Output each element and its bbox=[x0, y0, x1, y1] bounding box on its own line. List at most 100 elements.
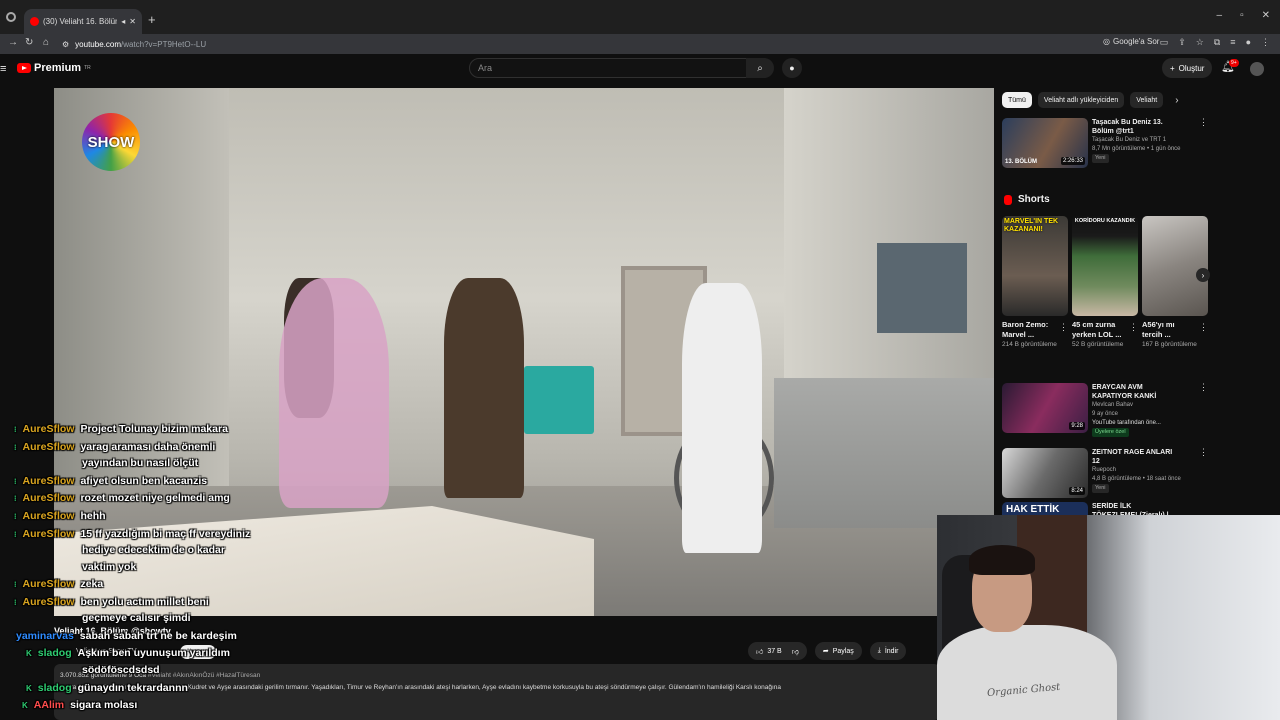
maximize-button[interactable]: ▫ bbox=[1240, 10, 1244, 21]
create-label: Oluştur bbox=[1178, 63, 1205, 73]
audio-icon[interactable]: ◂ bbox=[121, 17, 125, 26]
more-options-icon[interactable]: ⋮ bbox=[1199, 322, 1208, 333]
search-button[interactable]: ⌕ bbox=[746, 58, 774, 78]
profile-icon[interactable]: ● bbox=[1246, 37, 1251, 48]
chat-badge-icon: K bbox=[26, 684, 32, 693]
logo-text: Premium bbox=[34, 62, 82, 74]
chat-badge-icon: ⁝ bbox=[14, 598, 17, 607]
chip-from-uploader[interactable]: Veliaht adlı yükleyiciden bbox=[1037, 92, 1125, 108]
chat-message: ⁝ AureSflow zeka bbox=[14, 578, 103, 590]
recommended-video[interactable]: 8:24 ZEITNOT RAGE ANLARI 12 Ruepoch 4,8 … bbox=[1002, 448, 1208, 500]
chat-message: ⁝ AureSflow 15 ff yazdığım bi maç ff verey… bbox=[14, 528, 250, 540]
chat-username: AureSflow bbox=[22, 441, 75, 453]
home-icon[interactable]: ⌂ bbox=[43, 37, 49, 48]
google-ask-button[interactable]: ◎ Google'a Sor bbox=[1103, 37, 1159, 46]
browser-menu-icon[interactable] bbox=[6, 12, 16, 22]
create-button[interactable]: + Oluştur bbox=[1162, 58, 1213, 78]
voice-search-button[interactable]: ● bbox=[782, 58, 802, 78]
shorts-next-button[interactable]: › bbox=[1196, 268, 1210, 282]
chat-username: AureSflow bbox=[22, 475, 75, 487]
video-thumbnail[interactable]: 8:24 bbox=[1002, 448, 1088, 498]
avatar[interactable] bbox=[1250, 62, 1264, 76]
scene-painting bbox=[877, 243, 967, 333]
short-item[interactable]: A56'yı mı tercih ... 167 B görüntüleme ⋮ bbox=[1142, 216, 1208, 368]
new-tab-button[interactable]: + bbox=[148, 12, 156, 27]
more-options-icon[interactable]: ⋮ bbox=[1199, 448, 1208, 457]
tab-close-icon[interactable]: ✕ bbox=[129, 17, 136, 26]
share-icon[interactable]: ⇪ bbox=[1178, 37, 1186, 48]
rec-channel[interactable]: Ruepoch bbox=[1092, 466, 1208, 475]
chat-message: ⁝ AureSflow Project Tolunay bizim makara bbox=[14, 423, 228, 435]
filter-chips: Tümü Veliaht adlı yükleyiciden Veliaht › bbox=[1002, 92, 1179, 108]
video-meta: Taşacak Bu Deniz 13. Bölüm @trt1 Taşacak… bbox=[1092, 118, 1208, 170]
bookmark-star-icon[interactable]: ☆ bbox=[1196, 37, 1204, 48]
short-thumbnail[interactable] bbox=[1072, 216, 1138, 316]
show-tv-logo: SHOW bbox=[82, 113, 140, 171]
recommendations-sidebar: Tümü Veliaht adlı yükleyiciden Veliaht ›… bbox=[1000, 88, 1210, 528]
scene-person-nurse bbox=[682, 283, 762, 553]
browser-menu-dots-icon[interactable]: ⋮ bbox=[1261, 37, 1270, 48]
thumbnail-text: 13. BÖLÜM bbox=[1005, 159, 1038, 165]
address-bar-row: → ↻ ⌂ ⚙ youtube.com/watch?v=PT9HetO--LU … bbox=[0, 34, 1280, 54]
short-title[interactable]: Baron Zemo: Marvel ... bbox=[1002, 320, 1056, 340]
recommended-video[interactable]: 9:28 ERAYCAN AVM KAPATIYOR KANKİ Mevlcan… bbox=[1002, 383, 1208, 437]
rec-channel[interactable]: Mevlcan Bahav bbox=[1092, 401, 1208, 410]
logo-region: TR bbox=[84, 65, 91, 71]
shorts-icon bbox=[1004, 194, 1012, 205]
short-item[interactable]: KORİDORU KAZANDIK 45 cm zurna yerken LOL… bbox=[1072, 216, 1138, 368]
short-thumbnail[interactable] bbox=[1142, 216, 1208, 316]
youtube-premium-logo[interactable]: Premium TR bbox=[17, 62, 91, 74]
chip-veliaht[interactable]: Veliaht bbox=[1130, 92, 1164, 108]
short-item[interactable]: MARVEL'IN TEK KAZANANI! Baron Zemo: Marv… bbox=[1002, 216, 1068, 368]
browser-tab[interactable]: (30) Veliaht 16. Bölüm @sh ◂ ✕ bbox=[24, 9, 142, 34]
media-icon[interactable]: ≡ bbox=[1230, 37, 1235, 48]
url-field[interactable]: ⚙ youtube.com/watch?v=PT9HetO--LU bbox=[62, 37, 1092, 51]
short-title[interactable]: 45 cm zurna yerken LOL ... bbox=[1072, 320, 1126, 340]
more-options-icon[interactable]: ⋮ bbox=[1059, 322, 1068, 333]
rec-stats: 9 ay önce bbox=[1092, 411, 1119, 417]
chat-message: Ksladog günaydın tekrardannn bbox=[26, 682, 188, 694]
chip-all[interactable]: Tümü bbox=[1002, 92, 1032, 108]
rec-title[interactable]: Taşacak Bu Deniz 13. Bölüm @trt1 bbox=[1092, 118, 1176, 136]
chat-message: K AAlim sigara molası bbox=[22, 699, 137, 711]
chat-username: AureSflow bbox=[22, 578, 75, 590]
browser-tab-bar: (30) Veliaht 16. Bölüm @sh ◂ ✕ + – ▫ ✕ bbox=[0, 0, 1280, 34]
rec-channel[interactable]: Taşacak Bu Deniz ve TRT 1 bbox=[1092, 136, 1208, 145]
more-options-icon[interactable]: ⋮ bbox=[1199, 118, 1208, 127]
chat-text: Aşkım ben uyunuşum yarıldım bbox=[77, 647, 230, 659]
chat-badge-icon: ⁝ bbox=[14, 425, 17, 434]
like-button[interactable]: 👍︎ 37 B 👎︎ bbox=[748, 642, 807, 660]
tab-title: (30) Veliaht 16. Bölüm @sh bbox=[43, 17, 117, 26]
close-window-button[interactable]: ✕ bbox=[1262, 10, 1270, 21]
rec-title[interactable]: ERAYCAN AVM KAPATIYOR KANKİ bbox=[1092, 383, 1176, 401]
chat-badge-icon: ⁝ bbox=[14, 512, 17, 521]
video-thumbnail[interactable]: 13. BÖLÜM 2:26:33 bbox=[1002, 118, 1088, 168]
short-views: 52 B görüntüleme bbox=[1072, 341, 1124, 348]
search-icon: ⌕ bbox=[757, 62, 763, 74]
download-button[interactable]: ⤓ İndir bbox=[869, 642, 907, 660]
rec-title[interactable]: ZEITNOT RAGE ANLARI 12 bbox=[1092, 448, 1176, 466]
video-thumbnail[interactable]: 9:28 bbox=[1002, 383, 1088, 433]
search-input[interactable]: Ara bbox=[469, 58, 773, 78]
more-options-icon[interactable]: ⋮ bbox=[1129, 322, 1138, 333]
chat-text: yayından bu nasıl ölçüt bbox=[82, 457, 199, 469]
reload-icon[interactable]: ↻ bbox=[25, 37, 33, 48]
site-info-icon[interactable]: ⚙ bbox=[62, 40, 69, 49]
hamburger-menu-icon[interactable]: ≡ bbox=[0, 63, 6, 75]
share-button[interactable]: ➦ Paylaş bbox=[814, 642, 862, 660]
rec-stats: 8,7 Mn görüntüleme • 1 gün önce bbox=[1092, 146, 1181, 152]
extensions-icon[interactable]: ⧉ bbox=[1214, 37, 1220, 48]
minimize-button[interactable]: – bbox=[1217, 10, 1223, 21]
back-icon[interactable]: → bbox=[8, 37, 18, 48]
share-arrow-icon: ➦ bbox=[822, 648, 829, 655]
cast-icon[interactable]: ▭ bbox=[1160, 37, 1169, 48]
chat-username: AureSflow bbox=[22, 510, 75, 522]
download-label: İndir bbox=[884, 647, 899, 655]
thumbs-down-icon[interactable]: 👎︎ bbox=[792, 647, 799, 656]
more-options-icon[interactable]: ⋮ bbox=[1199, 383, 1208, 392]
short-title[interactable]: A56'yı mı tercih ... bbox=[1142, 320, 1196, 340]
video-duration: 9:28 bbox=[1069, 422, 1085, 430]
recommended-video[interactable]: 13. BÖLÜM 2:26:33 Taşacak Bu Deniz 13. B… bbox=[1002, 118, 1208, 170]
chevron-right-icon[interactable]: › bbox=[1175, 95, 1178, 106]
youtube-header: ≡ Premium TR Ara ⌕ ● + Oluştur 🔔︎ 9+ bbox=[0, 54, 1280, 82]
